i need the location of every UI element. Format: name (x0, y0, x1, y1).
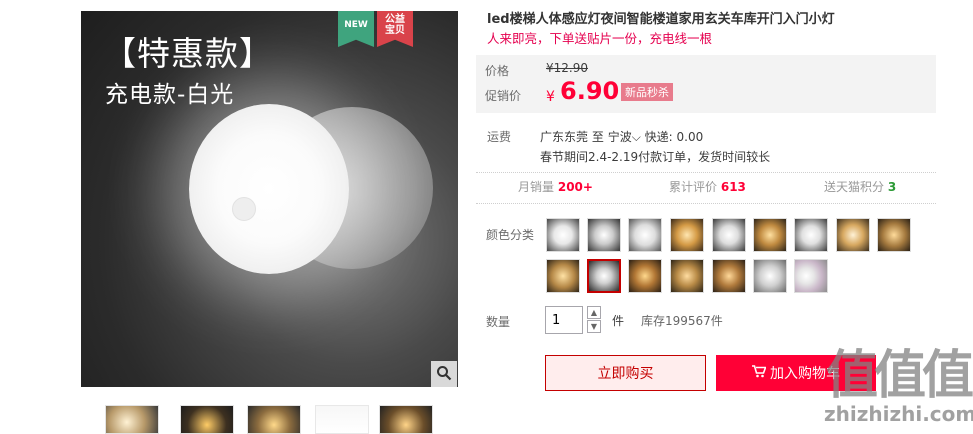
tmall-points: 送天猫积分 3 (824, 178, 896, 195)
color-option-11-selected[interactable] (587, 259, 621, 293)
quantity-decrease-button[interactable]: ▼ (587, 320, 601, 333)
magnifier-icon (436, 365, 452, 384)
shipping-label: 运费 (487, 130, 512, 144)
review-count-label: 累计评价 (669, 180, 718, 194)
ship-from: 广东东莞 (540, 130, 589, 144)
color-option-2[interactable] (587, 218, 621, 252)
thumbnail-3[interactable] (247, 405, 301, 434)
color-option-12[interactable] (628, 259, 662, 293)
color-option-15[interactable] (753, 259, 787, 293)
promo-price: 6.90 (560, 77, 620, 105)
new-badge: NEW (338, 11, 374, 47)
promo-subtitle: 充电款-白光 (105, 82, 235, 108)
quantity-increase-button[interactable]: ▲ (587, 306, 601, 319)
motion-sensor (232, 197, 256, 221)
color-label: 颜色分类 (486, 228, 535, 242)
color-option-8[interactable] (836, 218, 870, 252)
shipping-note: 春节期间2.4-2.19付款订单，发货时间较长 (540, 150, 771, 164)
charity-badge: 公益 宝贝 (377, 11, 413, 47)
charity-badge-line2: 宝贝 (385, 25, 405, 36)
color-option-5[interactable] (712, 218, 746, 252)
quantity-unit: 件 (612, 314, 625, 328)
original-price: ¥12.90 (546, 61, 588, 75)
color-option-13[interactable] (670, 259, 704, 293)
destination-value: 宁波 (607, 130, 632, 144)
color-option-1[interactable] (546, 218, 580, 252)
buy-now-label: 立即购买 (597, 366, 654, 382)
shipping-line: 广东东莞 至 宁波⌵ 快递: 0.00 (540, 128, 703, 145)
zoom-button[interactable] (431, 361, 457, 387)
color-option-10[interactable] (546, 259, 580, 293)
color-option-3[interactable] (628, 218, 662, 252)
monthly-sales: 月销量 200+ (518, 178, 593, 195)
color-option-6[interactable] (753, 218, 787, 252)
price-label: 价格 (485, 64, 510, 78)
review-count-value: 613 (720, 180, 746, 194)
charity-badge-line1: 公益 (385, 14, 405, 25)
promo-price-label: 促销价 (485, 89, 522, 103)
watermark-site: zhizhizhi.com (824, 402, 973, 426)
lamp-light (189, 104, 349, 274)
watermark-logo: 值值值 (826, 346, 973, 406)
currency-symbol: ¥ (546, 89, 555, 105)
divider (476, 203, 936, 204)
product-subtitle: 人来即亮，下单送贴片一份，充电线一根 (487, 31, 713, 46)
review-count[interactable]: 累计评价 613 (669, 178, 746, 195)
thumbnail-1[interactable] (105, 405, 159, 434)
chevron-down-icon: ▼ (590, 322, 598, 331)
color-option-9[interactable] (877, 218, 911, 252)
divider (476, 172, 936, 173)
main-product-image[interactable]: 【特惠款】 充电款-白光 NEW 公益 宝贝 (81, 11, 458, 387)
cart-icon (752, 364, 767, 382)
destination-select[interactable]: 宁波⌵ (608, 130, 641, 144)
thumbnail-strip (105, 405, 445, 434)
tmall-points-value: 3 (887, 180, 897, 194)
tmall-points-label: 送天猫积分 (824, 180, 885, 194)
color-option-7[interactable] (794, 218, 828, 252)
color-option-14[interactable] (712, 259, 746, 293)
price-panel: 价格 ¥12.90 促销价 ¥ 6.90 新品秒杀 (476, 55, 936, 113)
shipping-method: 快递: 0.00 (644, 130, 704, 144)
monthly-sales-value: 200+ (557, 180, 593, 194)
chevron-up-icon: ▲ (590, 308, 598, 317)
monthly-sales-label: 月销量 (518, 180, 555, 194)
buy-now-button[interactable]: 立即购买 (545, 355, 706, 391)
quantity-input[interactable] (545, 306, 583, 334)
stock-count: 库存199567件 (641, 314, 723, 328)
promo-title: 【特惠款】 (103, 34, 273, 73)
color-option-16[interactable] (794, 259, 828, 293)
product-title: led楼梯人体感应灯夜间智能楼道家用玄关车库开门入门小灯 (487, 12, 835, 27)
chevron-down-icon: ⌵ (631, 130, 641, 144)
quantity-label: 数量 (486, 315, 511, 329)
ship-to-word: 至 (591, 130, 604, 144)
color-option-4[interactable] (670, 218, 704, 252)
thumbnail-2[interactable] (180, 405, 234, 434)
thumbnail-4[interactable] (315, 405, 369, 434)
thumbnail-5[interactable] (379, 405, 433, 434)
sale-tag: 新品秒杀 (621, 83, 673, 101)
